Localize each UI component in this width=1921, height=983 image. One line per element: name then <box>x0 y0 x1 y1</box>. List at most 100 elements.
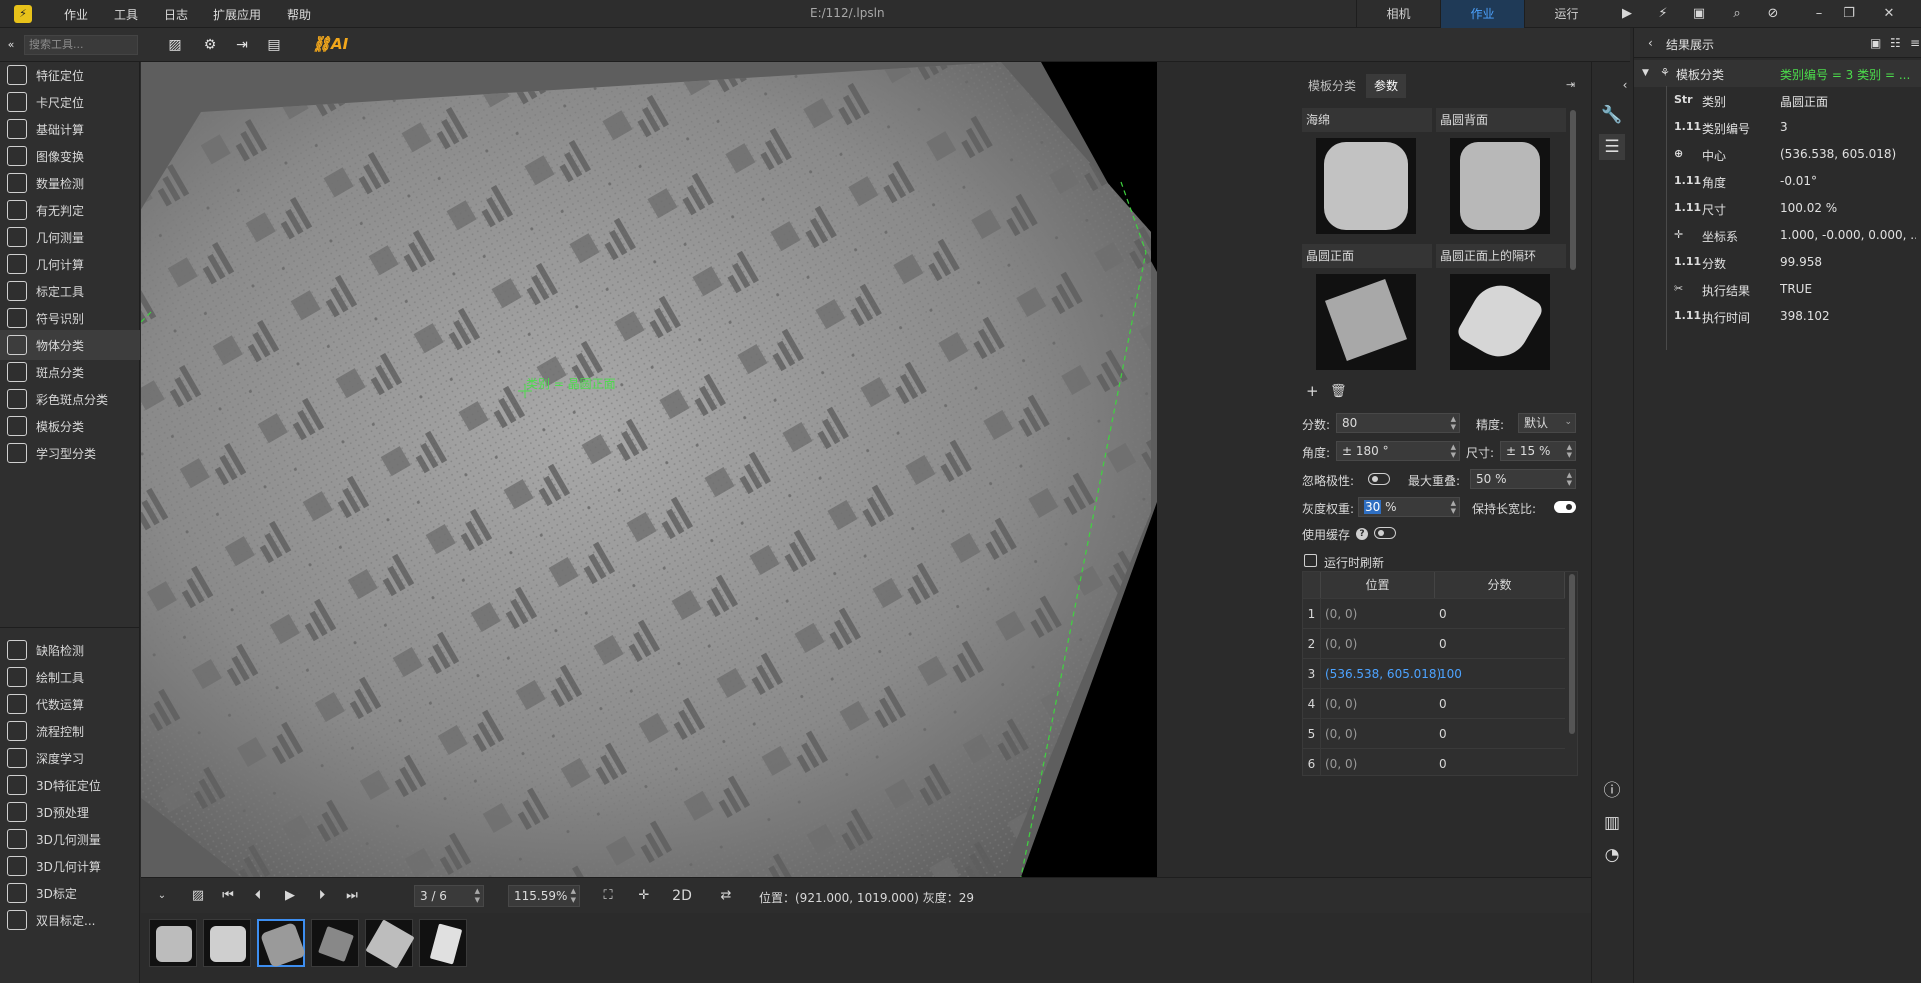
stepper-arrows-icon[interactable]: ▲ ▼ <box>1451 499 1456 515</box>
thumbnail[interactable] <box>257 919 307 969</box>
collapse-left-icon[interactable]: ‹ <box>1620 72 1630 98</box>
use-cache-toggle[interactable] <box>1374 527 1396 539</box>
sidebar-item[interactable]: 符号识别 <box>0 303 140 333</box>
thumbnail[interactable] <box>365 919 415 969</box>
stepper-arrows-icon[interactable]: ▲ ▼ <box>571 887 576 905</box>
search-tools-input[interactable]: 搜索工具... <box>24 35 138 55</box>
table-row[interactable]: 4 (0, 0) 0 <box>1303 688 1565 719</box>
sidebar-item[interactable]: 几何计算 <box>0 249 140 279</box>
menu-extensions[interactable]: 扩展应用 <box>213 6 261 23</box>
menu-icon[interactable]: ≡ <box>1910 36 1920 50</box>
stepper-arrows-icon[interactable]: ▲ ▼ <box>1451 443 1456 459</box>
sliders-icon[interactable]: ☰ <box>1599 134 1625 160</box>
fit-screen-icon[interactable]: ⛶ <box>599 887 617 905</box>
prev-frame-icon[interactable]: ⏴ <box>249 887 267 905</box>
table-header-position[interactable]: 位置 <box>1321 572 1435 598</box>
sidebar-item[interactable]: 特征定位 <box>0 60 140 90</box>
thumbnail[interactable] <box>203 919 251 967</box>
sidebar-item[interactable]: 流程控制 <box>0 716 140 746</box>
sidebar-item[interactable]: 几何测量 <box>0 222 140 252</box>
thumbnail[interactable] <box>419 919 467 967</box>
template-card-wafer-ring[interactable]: 晶圆正面上的隔环 <box>1436 244 1566 374</box>
sidebar-item[interactable]: 绘制工具 <box>0 662 140 692</box>
sidebar-item[interactable]: 学习型分类 <box>0 438 140 468</box>
precision-select[interactable]: 默认 ⌄ <box>1518 413 1576 433</box>
sidebar-item[interactable]: 代数运算 <box>0 689 140 719</box>
tree-item[interactable]: 1.11 角度 -0.01° <box>1634 168 1921 195</box>
sidebar-item[interactable]: 数量检测 <box>0 168 140 198</box>
table-row[interactable]: 5 (0, 0) 0 <box>1303 718 1565 749</box>
table-header-score[interactable]: 分数 <box>1435 572 1565 598</box>
refresh-checkbox[interactable] <box>1304 554 1317 567</box>
table-scrollbar[interactable] <box>1569 574 1575 734</box>
sidebar-item[interactable]: 3D几何计算 <box>0 851 140 881</box>
score-input[interactable]: 80 ▲ ▼ <box>1336 413 1460 433</box>
frame-stepper[interactable]: 3 / 6 ▲ ▼ <box>414 885 484 907</box>
menu-tools[interactable]: 工具 <box>114 6 138 23</box>
tree-item[interactable]: 1.11 尺寸 100.02 % <box>1634 195 1921 222</box>
thumbnail[interactable] <box>311 919 359 967</box>
max-overlap-input[interactable]: 50 % ▲ ▼ <box>1470 469 1576 489</box>
stepper-arrows-icon[interactable]: ▲ ▼ <box>1451 415 1456 431</box>
keep-ratio-toggle[interactable] <box>1554 501 1576 513</box>
tab-template-classify[interactable]: 模板分类 <box>1300 74 1364 98</box>
minimize-button[interactable]: – <box>1808 4 1830 24</box>
save-all-icon[interactable]: ▣ <box>1691 6 1707 22</box>
template-card-sponge[interactable]: 海绵 <box>1302 108 1432 238</box>
sidebar-item[interactable]: 3D几何测量 <box>0 824 140 854</box>
info-icon[interactable]: ⓘ <box>1599 778 1625 804</box>
play-icon[interactable]: ▶ <box>1619 6 1635 22</box>
size-input[interactable]: ± 15 % ▲ ▼ <box>1500 441 1576 461</box>
image-canvas[interactable]: 类别 = 晶圆正面 <box>141 62 1159 877</box>
export-icon[interactable]: ⇥ <box>233 36 251 54</box>
thumbnail[interactable] <box>149 919 197 967</box>
sidebar-item[interactable]: 卡尺定位 <box>0 87 140 117</box>
user-off-icon[interactable]: ⊘ <box>1765 6 1781 22</box>
tab-run[interactable]: 运行 <box>1524 0 1608 28</box>
last-frame-icon[interactable]: ⏭ <box>343 887 361 905</box>
close-button[interactable]: ✕ <box>1878 4 1900 24</box>
template-card-wafer-back[interactable]: 晶圆背面 <box>1436 108 1566 238</box>
tree-item[interactable]: Str 类别 晶圆正面 <box>1634 87 1921 114</box>
sidebar-item[interactable]: 基础计算 <box>0 114 140 144</box>
tree-item[interactable]: 1.11 执行时间 398.102 <box>1634 303 1921 330</box>
sidebar-item[interactable]: 图像变换 <box>0 141 140 171</box>
expand-left-icon[interactable]: ‹ <box>1648 36 1653 50</box>
gauge-icon[interactable]: ◔ <box>1599 842 1625 868</box>
sidebar-item[interactable]: 模板分类 <box>0 411 140 441</box>
sync-icon[interactable]: ⇄ <box>717 887 735 905</box>
stepper-arrows-icon[interactable]: ▲ ▼ <box>1567 471 1572 487</box>
sidebar-item[interactable]: 彩色斑点分类 <box>0 384 140 414</box>
tree-toggle-icon[interactable]: ▼ <box>1642 68 1649 78</box>
sidebar-item[interactable]: 双目标定... <box>0 905 140 935</box>
table-row[interactable]: 6 (0, 0) 0 <box>1303 748 1565 775</box>
table-row[interactable]: 1 (0, 0) 0 <box>1303 598 1565 629</box>
tab-job[interactable]: 作业 <box>1440 0 1524 28</box>
first-frame-icon[interactable]: ⏮ <box>219 887 237 905</box>
tree-root[interactable]: ▼ ⚘ 模板分类 类别编号 = 3 类别 = ... <box>1634 60 1921 87</box>
add-icon[interactable]: + <box>1306 382 1319 400</box>
delete-icon[interactable]: 🗑 <box>1330 384 1347 399</box>
angle-input[interactable]: ± 180 ° ▲ ▼ <box>1336 441 1460 461</box>
menu-job[interactable]: 作业 <box>64 6 88 23</box>
pin-icon[interactable]: ⇥ <box>1566 78 1575 91</box>
wrench-icon[interactable]: 🔧 <box>1599 102 1625 128</box>
search-icon[interactable]: ⌕ <box>1729 6 1745 22</box>
sidebar-item[interactable]: 深度学习 <box>0 743 140 773</box>
tree-item[interactable]: 1.11 分数 99.958 <box>1634 249 1921 276</box>
sidebar-item[interactable]: 斑点分类 <box>0 357 140 387</box>
tree-item[interactable]: ✛ 坐标系 1.000, -0.000, 0.000, ... <box>1634 222 1921 249</box>
menu-log[interactable]: 日志 <box>164 6 188 23</box>
image-icon[interactable]: ▨ <box>166 36 184 54</box>
next-frame-icon[interactable]: ⏵ <box>313 887 331 905</box>
collapse-icon[interactable]: « <box>2 36 20 54</box>
gallery-icon[interactable]: ▨ <box>189 887 207 905</box>
gray-weight-input[interactable]: 30 % ▲ ▼ <box>1358 497 1460 517</box>
sidebar-item[interactable]: 标定工具 <box>0 276 140 306</box>
tab-params[interactable]: 参数 <box>1366 74 1407 98</box>
template-card-wafer-front[interactable]: 晶圆正面 <box>1302 244 1432 374</box>
flash-icon[interactable]: ⚡ <box>1655 6 1671 22</box>
save-icon[interactable]: ▤ <box>265 36 283 54</box>
sidebar-item[interactable]: 物体分类 <box>0 330 140 360</box>
restore-button[interactable]: ❐ <box>1838 4 1860 24</box>
